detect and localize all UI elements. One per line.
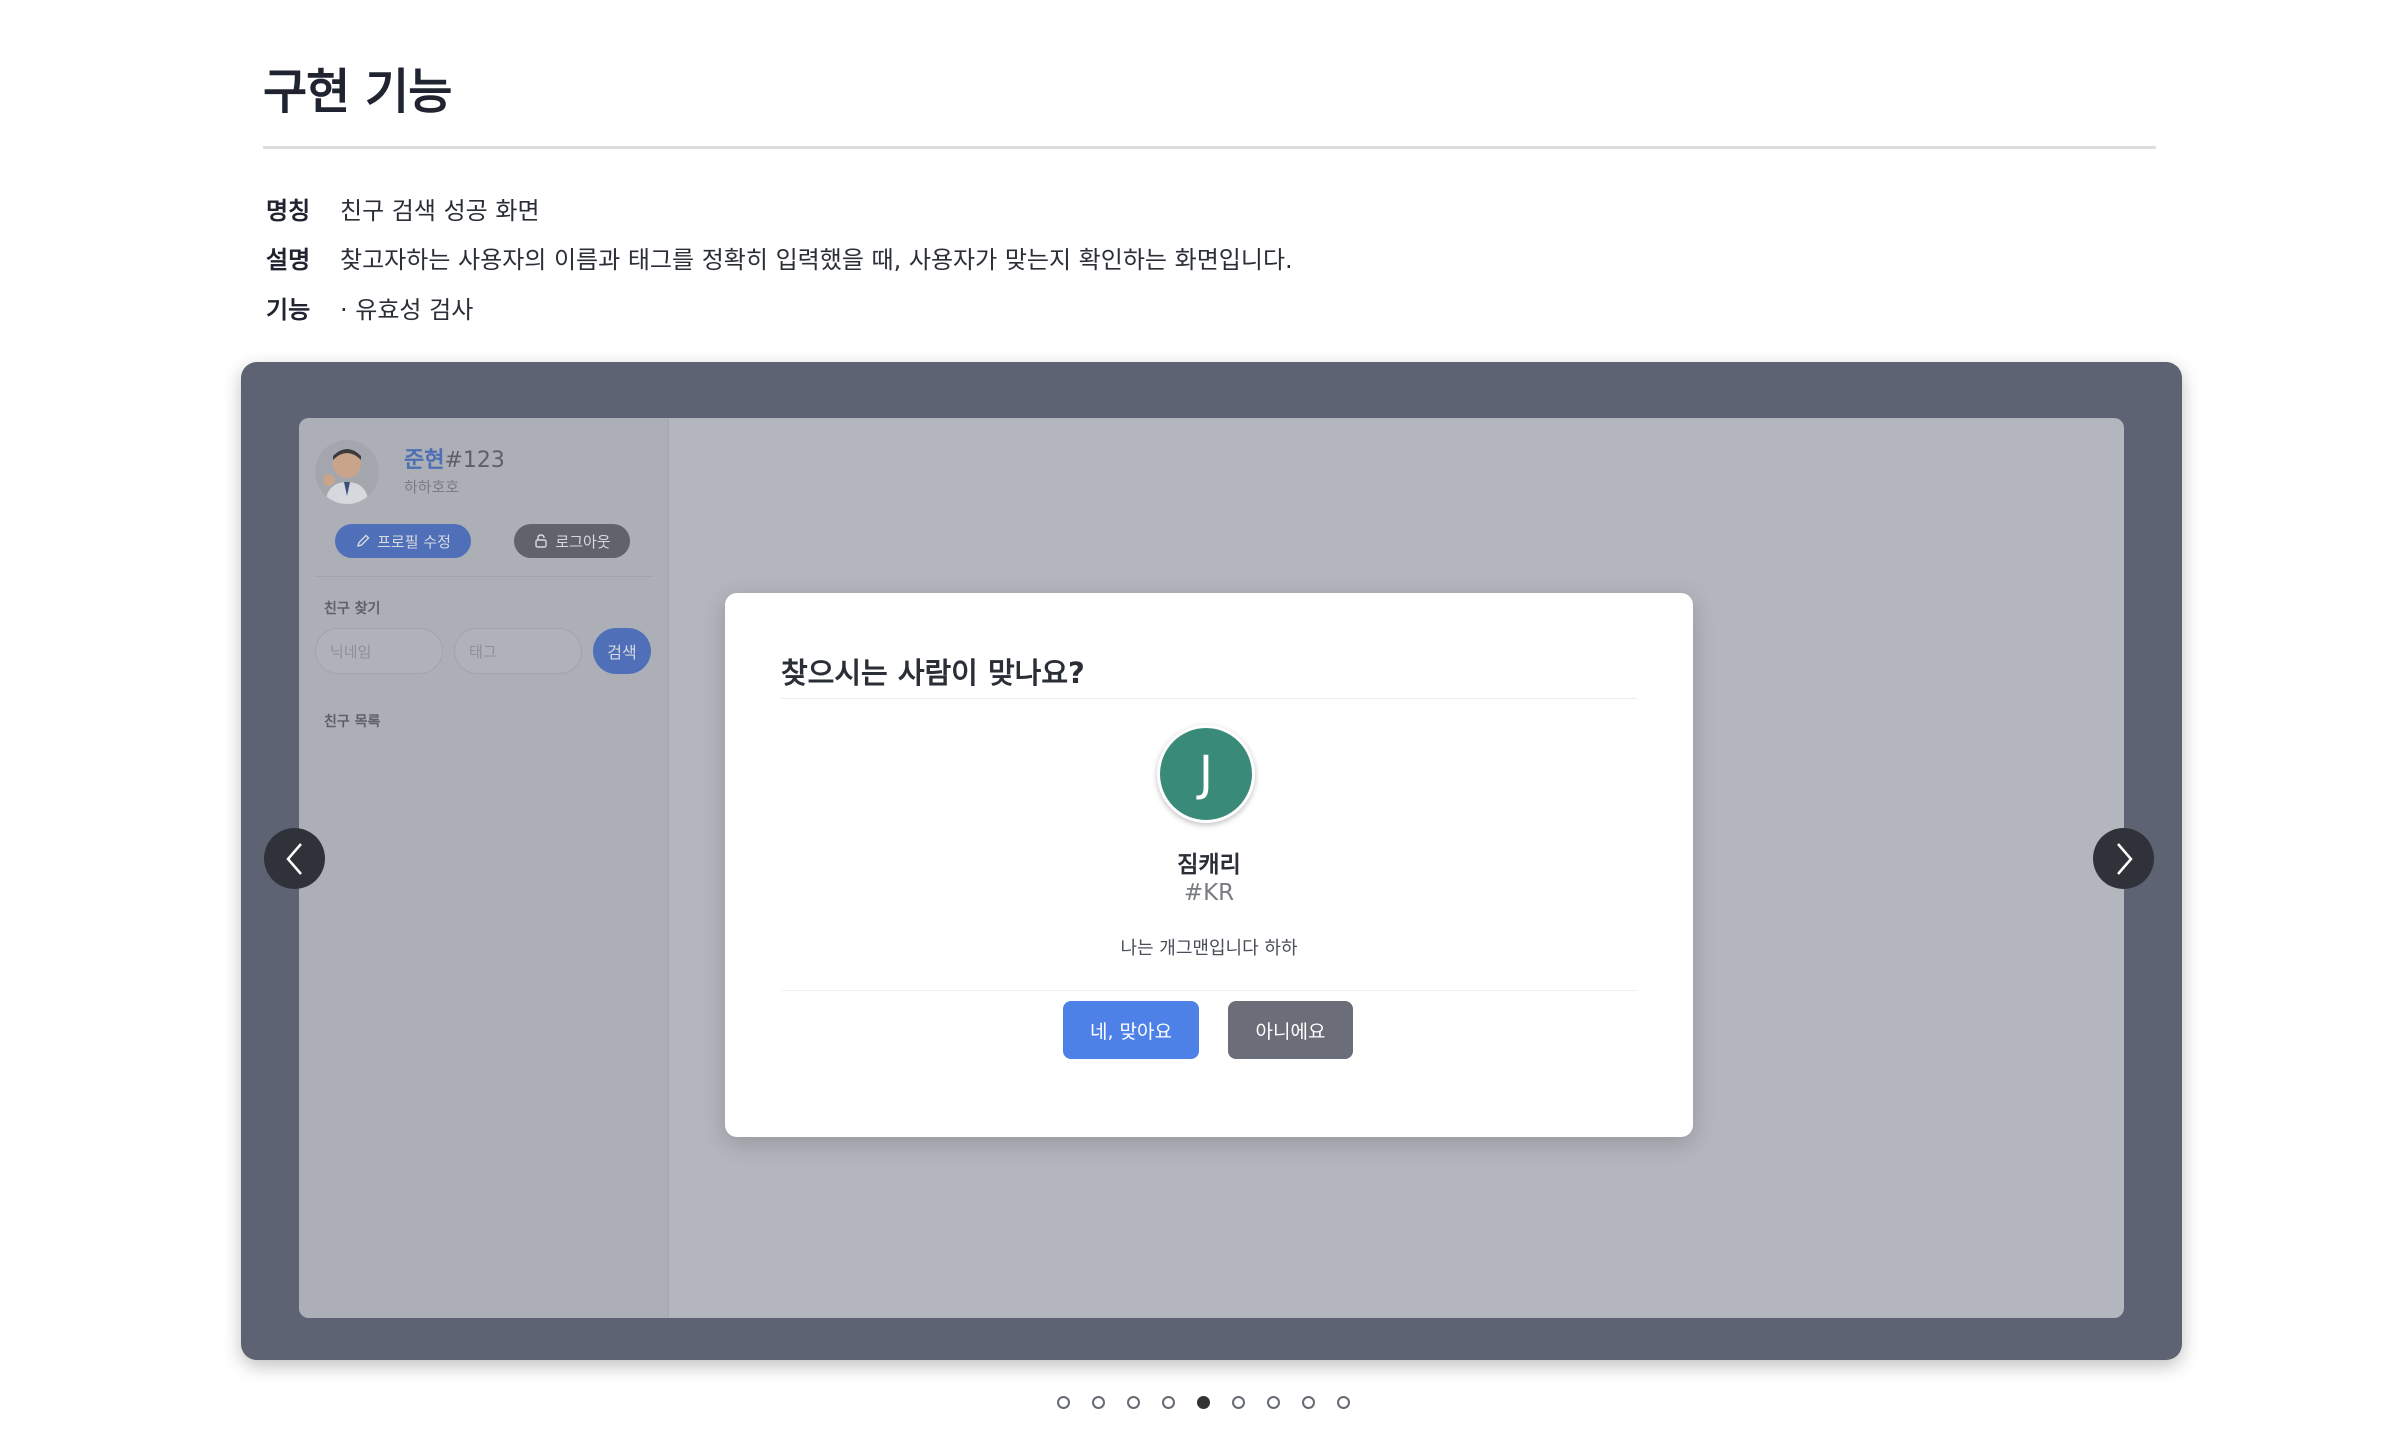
info-row-feature: 기능 · 유효성 검사 — [266, 290, 473, 325]
cancel-button[interactable]: 아니에요 — [1228, 1001, 1353, 1059]
user-tag: #123 — [444, 448, 505, 473]
info-key: 설명 — [266, 246, 311, 274]
modal-divider — [781, 698, 1637, 699]
slide-dot[interactable] — [1057, 1396, 1070, 1409]
edit-profile-label: 프로필 수정 — [377, 532, 451, 551]
chevron-left-icon — [285, 842, 302, 875]
user-status: 하하호호 — [404, 478, 460, 496]
info-value: 찾고자하는 사용자의 이름과 태그를 정확히 입력했을 때, 사용자가 맞는지 … — [340, 246, 1293, 274]
title-divider — [263, 146, 2156, 149]
info-key: 기능 — [266, 296, 311, 324]
find-friend-label: 친구 찾기 — [324, 601, 381, 617]
info-row-description: 설명 찾고자하는 사용자의 이름과 태그를 정확히 입력했을 때, 사용자가 맞… — [266, 240, 1293, 275]
sidebar: 준현#123 하하호호 프로필 수정 로그아웃 친구 찾기 닉네임 태그 검색 … — [299, 418, 669, 1318]
found-user-tag: #KR — [1183, 880, 1235, 906]
slide-dot[interactable] — [1337, 1396, 1350, 1409]
found-user-avatar: J — [1157, 725, 1255, 823]
slide-dot[interactable] — [1162, 1396, 1175, 1409]
edit-profile-button[interactable]: 프로필 수정 — [335, 524, 471, 558]
next-slide-button[interactable] — [2093, 828, 2154, 889]
user-nickname: 준현 — [404, 448, 445, 473]
pencil-icon — [357, 534, 370, 548]
prev-slide-button[interactable] — [264, 828, 325, 889]
confirm-friend-modal: 찾으시는 사람이 맞나요? J 짐캐리 #KR 나는 개그맨입니다 하하 네, … — [725, 593, 1693, 1137]
slide-dot[interactable] — [1302, 1396, 1315, 1409]
nickname-input[interactable]: 닉네임 — [315, 628, 443, 674]
info-row-name: 명칭 친구 검색 성공 화면 — [266, 191, 540, 226]
friend-list-label: 친구 목록 — [324, 714, 381, 730]
found-user-name: 짐캐리 — [1177, 852, 1241, 878]
info-value: · 유효성 검사 — [340, 296, 474, 324]
user-name: 준현#123 — [404, 442, 505, 474]
slide-pagination — [1057, 1396, 1350, 1409]
sidebar-divider — [315, 576, 653, 577]
modal-divider — [781, 990, 1637, 991]
slide-dot[interactable] — [1127, 1396, 1140, 1409]
found-user-status: 나는 개그맨입니다 하하 — [1120, 938, 1298, 959]
tag-input[interactable]: 태그 — [454, 628, 582, 674]
confirm-button[interactable]: 네, 맞아요 — [1063, 1001, 1199, 1059]
info-key: 명칭 — [266, 197, 311, 225]
lock-icon — [535, 534, 548, 548]
logout-button[interactable]: 로그아웃 — [514, 524, 630, 558]
app-screen: 준현#123 하하호호 프로필 수정 로그아웃 친구 찾기 닉네임 태그 검색 … — [299, 418, 2124, 1318]
modal-title: 찾으시는 사람이 맞나요? — [781, 656, 1085, 690]
user-avatar — [315, 440, 379, 504]
page-title: 구현 기능 — [263, 64, 452, 120]
search-button[interactable]: 검색 — [593, 628, 651, 674]
logout-label: 로그아웃 — [555, 532, 611, 551]
slide-dot[interactable] — [1267, 1396, 1280, 1409]
info-value: 친구 검색 성공 화면 — [340, 197, 540, 225]
slide-dot[interactable] — [1232, 1396, 1245, 1409]
chevron-right-icon — [2116, 842, 2133, 875]
slide-dot[interactable] — [1197, 1396, 1210, 1409]
slide-dot[interactable] — [1092, 1396, 1105, 1409]
